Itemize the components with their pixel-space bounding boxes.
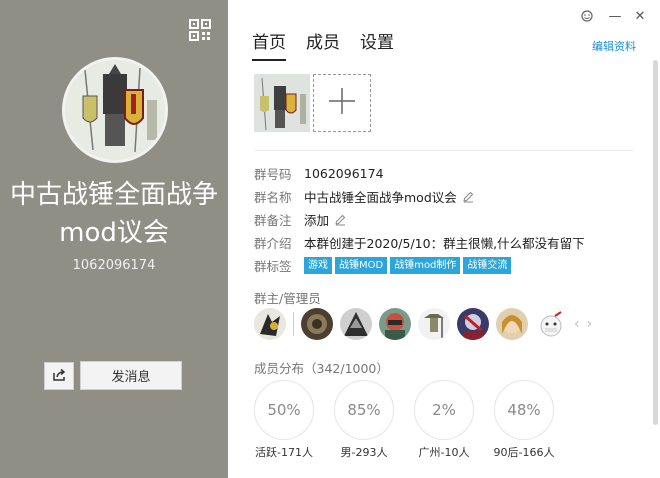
album-photo[interactable] — [254, 74, 310, 132]
tag[interactable]: 游戏 — [304, 257, 332, 274]
stat-circle: 50% — [254, 380, 314, 440]
add-photo-button[interactable] — [313, 74, 371, 132]
group-avatar[interactable] — [62, 57, 168, 163]
stat-circle: 2% — [414, 380, 474, 440]
tab-home[interactable]: 首页 — [252, 28, 286, 61]
plus-icon — [327, 86, 357, 120]
divider — [254, 150, 634, 151]
edit-profile-link[interactable]: 编辑资料 — [592, 38, 636, 54]
stat-label: 90后-166人 — [493, 446, 555, 459]
group-profile-sidebar: 中古战锤全面战争mod议会 1062096174 发消息 — [0, 0, 228, 478]
share-icon — [52, 367, 66, 386]
share-button[interactable] — [44, 362, 74, 390]
member-distribution: 50% 活跃-171人 85% 男-293人 2% 广州-10人 48% 90后… — [254, 380, 554, 460]
chevron-left-icon[interactable]: ‹ — [574, 316, 580, 332]
group-name-title: 中古战锤全面战争mod议会 — [10, 180, 219, 248]
stat-region[interactable]: 2% 广州-10人 — [414, 380, 474, 460]
member-distribution-title: 成员分布（342/1000） — [254, 361, 389, 376]
admin-avatar[interactable] — [496, 308, 528, 340]
edit-remark-icon[interactable] — [334, 214, 346, 226]
send-message-button[interactable]: 发消息 — [80, 361, 182, 390]
tab-bar: 首页 成员 设置 — [252, 28, 394, 61]
separator — [293, 312, 294, 336]
stat-circle: 85% — [334, 380, 394, 440]
group-detail-panel: — ✕ 首页 成员 设置 编辑资料 群号码 1062096174 群名称 中古战… — [228, 0, 660, 478]
stat-active[interactable]: 50% 活跃-171人 — [254, 380, 314, 460]
info-row-intro: 群介绍 本群创建于2020/5/10：群主很懒,什么都没有留下 — [254, 231, 644, 254]
info-row-number: 群号码 1062096174 — [254, 162, 644, 185]
info-label: 群备注 — [254, 213, 292, 228]
admin-avatar[interactable] — [340, 308, 372, 340]
tag[interactable]: 战锤MOD — [335, 257, 388, 274]
admin-avatar[interactable] — [535, 308, 567, 340]
info-row-remark: 群备注 添加 — [254, 208, 644, 231]
admin-avatar[interactable] — [379, 308, 411, 340]
info-label: 群名称 — [254, 190, 292, 205]
info-row-name: 群名称 中古战锤全面战争mod议会 — [254, 185, 644, 208]
tab-members[interactable]: 成员 — [306, 28, 340, 61]
stat-circle: 48% — [494, 380, 554, 440]
tag-list: 游戏 战锤MOD 战锤mod制作 战锤交流 — [304, 257, 512, 274]
stat-age[interactable]: 48% 90后-166人 — [494, 380, 554, 460]
admin-avatar[interactable] — [418, 308, 450, 340]
stat-label: 男-293人 — [340, 446, 388, 459]
group-id: 1062096174 — [72, 258, 156, 273]
scrollbar[interactable] — [653, 60, 658, 425]
tag[interactable]: 战锤mod制作 — [390, 257, 461, 274]
group-number-value: 1062096174 — [304, 166, 384, 181]
admin-avatar[interactable] — [254, 308, 286, 340]
group-info: 群号码 1062096174 群名称 中古战锤全面战争mod议会 群备注 添加 … — [254, 162, 644, 277]
admins-title: 群主/管理员 — [254, 291, 321, 306]
info-label: 群号码 — [254, 167, 292, 182]
admin-avatar[interactable] — [301, 308, 333, 340]
edit-name-icon[interactable] — [462, 191, 474, 203]
info-label: 群标签 — [254, 259, 292, 274]
group-name-value: 中古战锤全面战争mod议会 — [304, 190, 457, 205]
stat-gender[interactable]: 85% 男-293人 — [334, 380, 394, 460]
stat-label: 广州-10人 — [418, 446, 470, 459]
smile-icon[interactable] — [577, 6, 597, 26]
chevron-right-icon[interactable]: › — [587, 316, 593, 332]
admin-list: ‹ › — [254, 308, 592, 340]
tag[interactable]: 战锤交流 — [463, 257, 512, 274]
tab-settings[interactable]: 设置 — [360, 28, 394, 61]
qr-code-icon[interactable] — [189, 19, 211, 41]
close-button[interactable]: ✕ — [630, 6, 650, 26]
group-album — [254, 74, 371, 132]
admin-avatar[interactable] — [457, 308, 489, 340]
info-row-tags: 群标签 游戏 战锤MOD 战锤mod制作 战锤交流 — [254, 254, 644, 277]
info-label: 群介绍 — [254, 236, 292, 251]
stat-label: 活跃-171人 — [255, 446, 313, 459]
remark-add-link[interactable]: 添加 — [304, 210, 329, 229]
minimize-button[interactable]: — — [605, 6, 625, 26]
group-intro-value: 本群创建于2020/5/10：群主很懒,什么都没有留下 — [304, 236, 585, 251]
